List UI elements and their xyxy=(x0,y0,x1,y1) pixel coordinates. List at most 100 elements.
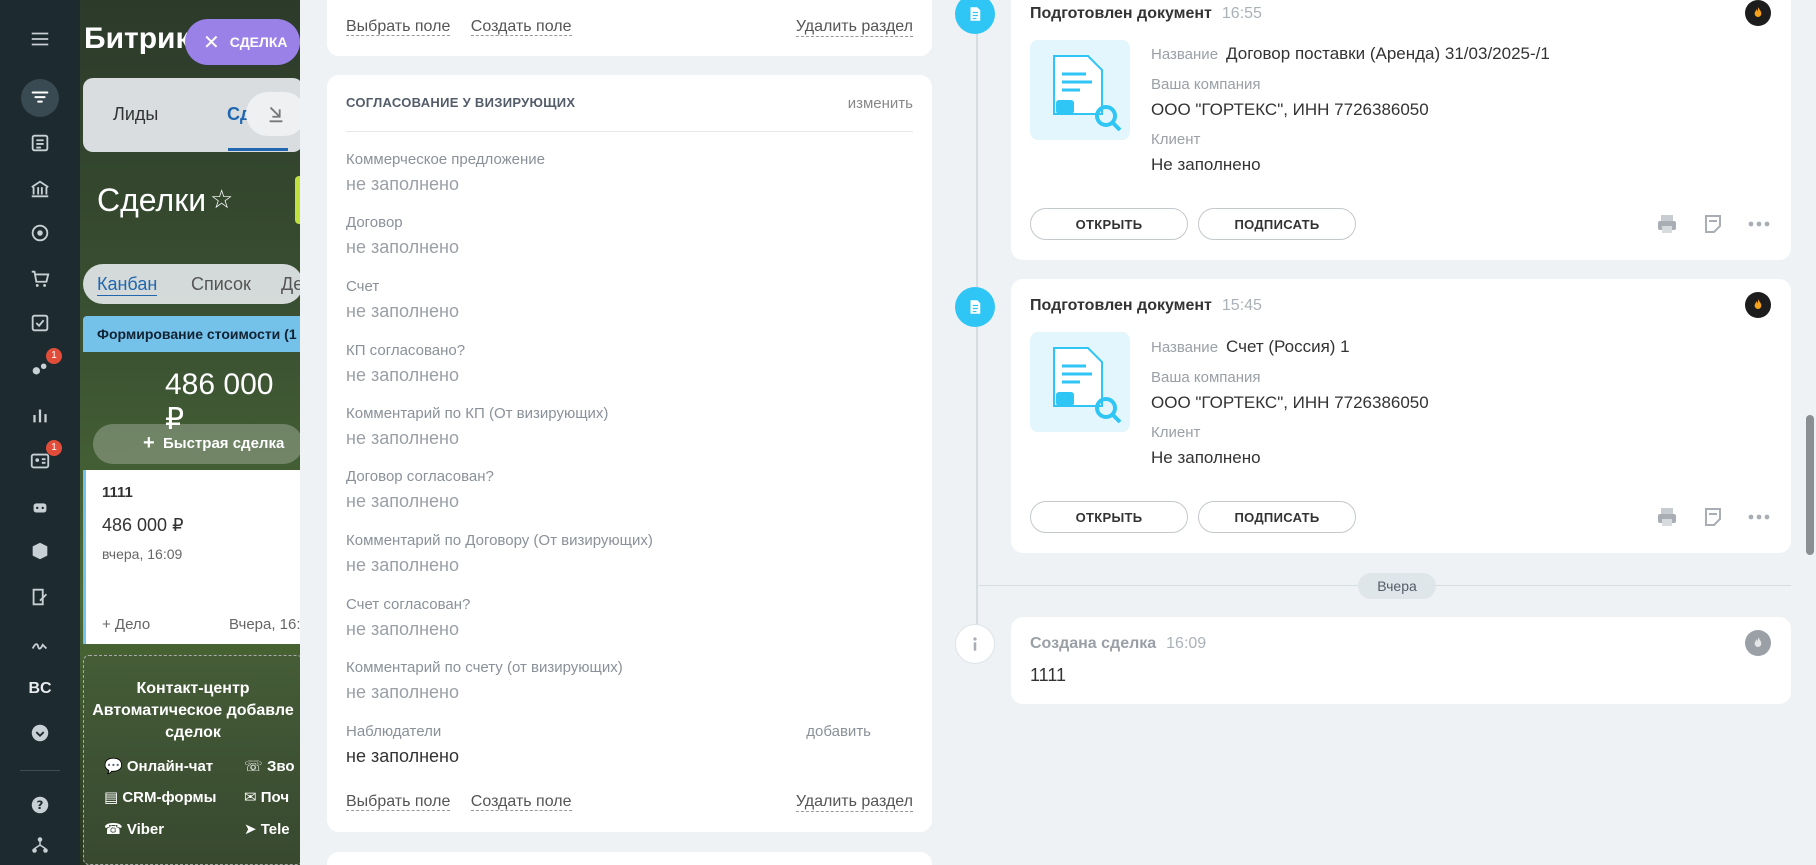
left-navigation: 1 1 BC ? xyxy=(0,0,80,865)
add-task-link[interactable]: + Дело xyxy=(102,616,150,633)
section-title: СОГЛАСОВАНИЕ У ВИЗИРУЮЩИХ xyxy=(346,95,576,110)
bc-text-icon[interactable]: BC xyxy=(22,674,58,704)
contact-card-icon[interactable]: 1 xyxy=(22,440,62,476)
note-icon[interactable] xyxy=(1701,505,1725,529)
chevron-down-circle-icon[interactable] xyxy=(22,718,58,748)
field-offer-comment[interactable]: Комментарий по КП (От визирующих) не зап… xyxy=(346,405,906,449)
collapse-button[interactable] xyxy=(246,92,300,136)
section-divider xyxy=(346,131,913,132)
view-list[interactable]: Список xyxy=(191,274,251,295)
star-icon[interactable]: ☆ xyxy=(210,184,233,215)
create-field-link[interactable]: Создать поле xyxy=(470,18,572,36)
tasks-board-icon[interactable] xyxy=(22,128,58,158)
document-company: Ваша компания ООО "ГОРТЕКС", ИНН 7726386… xyxy=(1151,76,1429,120)
deal-card-date2: Вчера, 16: xyxy=(229,616,300,633)
scrollbar-thumb[interactable] xyxy=(1806,415,1814,555)
edit-document-icon[interactable] xyxy=(22,582,58,612)
field-value: не заполнено xyxy=(346,174,459,194)
more-icon[interactable] xyxy=(1747,212,1771,236)
group-icon[interactable]: 1 xyxy=(22,348,62,384)
view-switcher: Канбан Список Де xyxy=(83,264,300,304)
field-label: Договор согласован? xyxy=(346,468,494,485)
close-slider-button[interactable]: ✕ СДЕЛКА xyxy=(185,19,300,65)
sign-document-button[interactable]: ПОДПИСАТЬ xyxy=(1198,208,1356,240)
calls-item[interactable]: ☏ Зво xyxy=(244,756,295,778)
tab-leads[interactable]: Лиды xyxy=(113,104,158,125)
document-icon xyxy=(955,0,995,34)
field-value: не заполнено xyxy=(346,428,459,448)
document-preview-icon[interactable] xyxy=(1030,332,1130,432)
field-value: не заполнено xyxy=(346,491,459,511)
note-icon[interactable] xyxy=(1701,212,1725,236)
create-field-link[interactable]: Создать поле xyxy=(470,793,572,811)
view-kanban[interactable]: Канбан xyxy=(97,274,158,296)
target-icon[interactable] xyxy=(22,218,58,248)
delete-section-link[interactable]: Удалить раздел xyxy=(795,18,913,37)
quick-deal-label: Быстрая сделка xyxy=(163,435,285,452)
select-field-link[interactable]: Выбрать поле xyxy=(346,793,451,811)
robot-icon[interactable] xyxy=(22,492,58,522)
crm-forms-item[interactable]: ▤ CRM-формы xyxy=(104,787,216,809)
section-links: Выбрать поле Создать поле xyxy=(346,793,588,811)
select-field-link[interactable]: Выбрать поле xyxy=(346,18,451,36)
box-icon[interactable] xyxy=(22,536,58,566)
sign-document-button[interactable]: ПОДПИСАТЬ xyxy=(1198,501,1356,533)
timeline-created-card: Создана сделка 16:09 1111 xyxy=(1011,617,1791,704)
field-label: Комментарий по Договору (От визирующих) xyxy=(346,532,653,549)
deal-slider: Выбрать поле Создать поле Удалить раздел… xyxy=(300,0,1816,865)
field-value: не заполнено xyxy=(346,682,459,702)
kanban-column-header[interactable]: Формирование стоимости (1 xyxy=(83,316,300,352)
document-preview-icon[interactable] xyxy=(1030,40,1130,140)
field-value: не заполнено xyxy=(346,746,459,766)
add-observer-link[interactable]: добавить xyxy=(806,723,871,740)
field-commercial-offer[interactable]: Коммерческое предложение не заполнено xyxy=(346,151,906,195)
field-offer-approved[interactable]: КП согласовано? не заполнено xyxy=(346,342,906,386)
scrollbar[interactable] xyxy=(1802,0,1816,865)
edit-section-link[interactable]: изменить xyxy=(848,95,913,112)
print-icon[interactable] xyxy=(1655,505,1679,529)
timeline-header: Создана сделка 16:09 xyxy=(1030,635,1206,653)
signature-icon[interactable] xyxy=(22,628,58,658)
viber-item[interactable]: ☎ Viber xyxy=(104,819,164,841)
field-observers[interactable]: Наблюдатели добавить не заполнено xyxy=(346,723,906,767)
cart-icon[interactable] xyxy=(22,264,58,294)
date-divider: Вчера xyxy=(1358,573,1436,599)
client-label: Клиент xyxy=(1151,424,1201,441)
help-icon[interactable]: ? xyxy=(22,790,58,820)
field-invoice[interactable]: Счет не заполнено xyxy=(346,278,906,322)
bank-icon[interactable] xyxy=(22,174,58,204)
view-other[interactable]: Де xyxy=(281,274,300,295)
delete-section-link[interactable]: Удалить раздел xyxy=(795,793,913,812)
field-contract[interactable]: Договор не заполнено xyxy=(346,214,906,258)
online-chat-item[interactable]: 💬 Онлайн-чат xyxy=(104,756,213,778)
structure-icon[interactable] xyxy=(22,830,58,860)
field-label: Комментарий по КП (От визирующих) xyxy=(346,405,609,422)
deal-card[interactable]: 1111 486 000 ₽ вчера, 16:09 + Дело Вчера… xyxy=(83,470,300,644)
chart-icon[interactable] xyxy=(22,400,58,430)
menu-icon[interactable] xyxy=(22,24,58,54)
field-label: Комментарий по счету (от визирующих) xyxy=(346,659,623,676)
telegram-item[interactable]: ➤ Tele xyxy=(244,819,290,841)
name-value: Счет (Россия) 1 xyxy=(1226,337,1350,356)
field-invoice-comment[interactable]: Комментарий по счету (от визирующих) не … xyxy=(346,659,906,703)
timeline-document-card: Подготовлен документ 16:55 Название Догово… xyxy=(1011,0,1791,260)
mail-item[interactable]: ✉ Поч xyxy=(244,787,289,809)
flame-logo-icon xyxy=(1745,630,1771,656)
print-icon[interactable] xyxy=(1655,212,1679,236)
field-invoice-approved[interactable]: Счет согласован? не заполнено xyxy=(346,596,906,640)
quick-deal-button[interactable]: + Быстрая сделка xyxy=(93,424,300,464)
timeline-title: Подготовлен документ xyxy=(1030,5,1212,22)
nav-divider xyxy=(20,770,60,771)
info-icon xyxy=(955,624,995,664)
open-document-button[interactable]: ОТКРЫТЬ xyxy=(1030,208,1188,240)
flame-logo-icon xyxy=(1745,292,1771,318)
more-icon[interactable] xyxy=(1747,505,1771,529)
contact-center-line1: Автоматическое добавле xyxy=(92,702,294,719)
checkbox-icon[interactable] xyxy=(22,308,58,338)
field-contract-comment[interactable]: Комментарий по Договору (От визирующих) … xyxy=(346,532,906,576)
open-document-button[interactable]: ОТКРЫТЬ xyxy=(1030,501,1188,533)
funnel-icon[interactable] xyxy=(21,79,59,117)
field-contract-approved[interactable]: Договор согласован? не заполнено xyxy=(346,468,906,512)
field-label: Договор xyxy=(346,214,403,231)
created-deal-title: 1111 xyxy=(1030,665,1067,685)
